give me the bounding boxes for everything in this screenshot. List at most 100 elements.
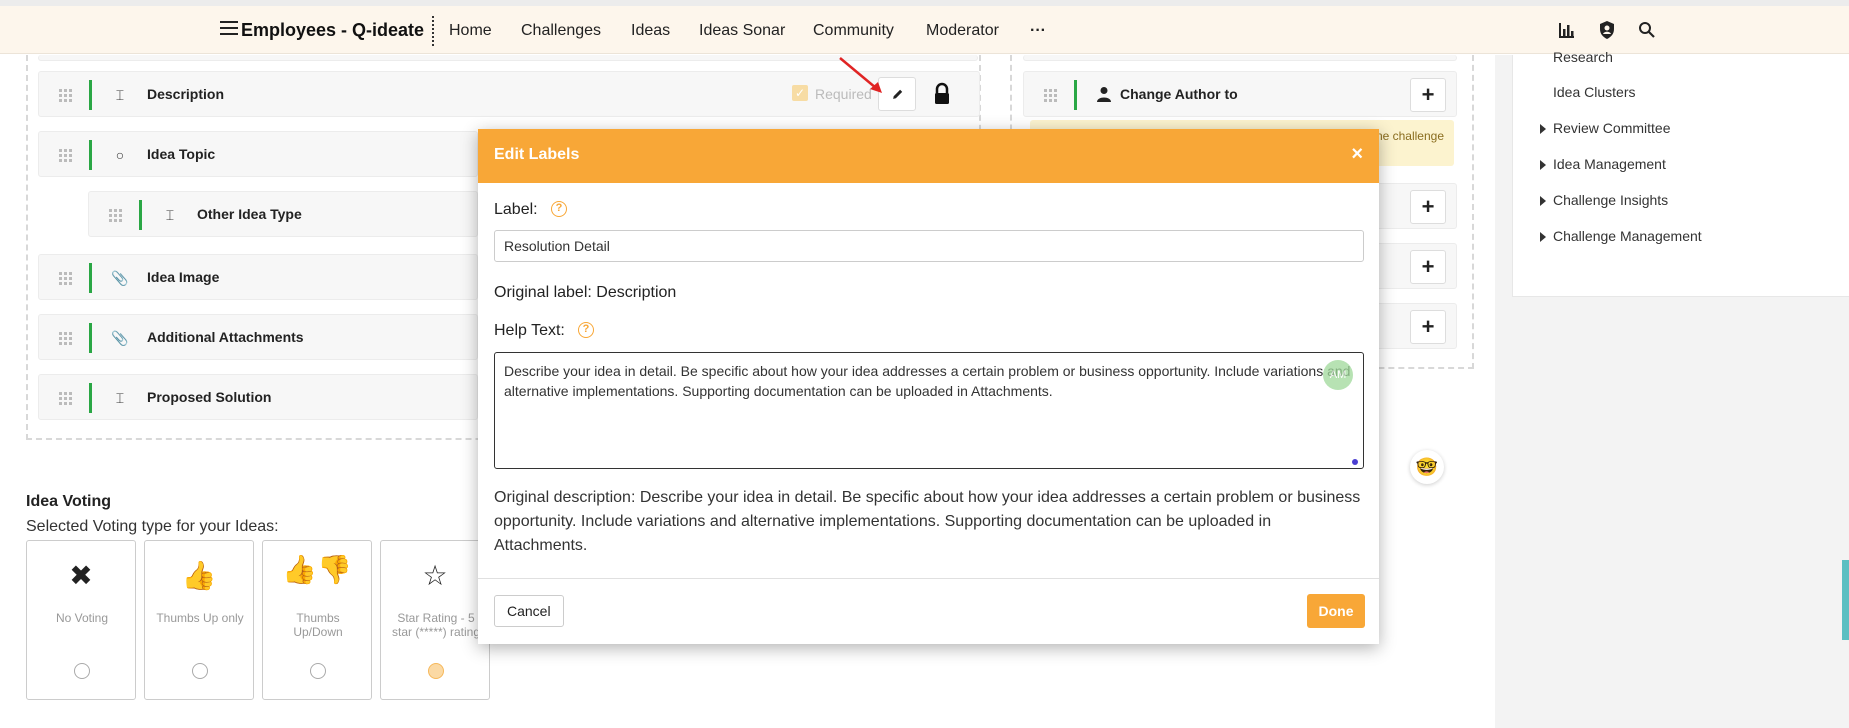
nav-community[interactable]: Community xyxy=(813,22,894,40)
drag-handle-icon[interactable] xyxy=(59,89,73,102)
menu-idea-clusters[interactable]: Idea Clusters xyxy=(1553,84,1635,100)
modal-footer: Cancel Done xyxy=(478,578,1379,644)
field-label: Description xyxy=(147,86,225,102)
nav-challenges[interactable]: Challenges xyxy=(521,22,601,40)
add-field-button[interactable]: + xyxy=(1410,310,1446,344)
edit-labels-modal: Edit Labels × Label: ? Original label: D… xyxy=(478,129,1379,644)
drag-handle-icon[interactable] xyxy=(109,209,123,222)
text-field-icon: ⌶ xyxy=(165,207,175,223)
vote-option-label: Thumbs Up/Down xyxy=(293,611,343,639)
menu-challenge-management[interactable]: Challenge Management xyxy=(1553,228,1702,244)
avatar: AM xyxy=(1323,360,1353,390)
nav-divider xyxy=(432,16,434,46)
paperclip-icon: 📎 xyxy=(111,270,129,286)
vote-option-label: Star Rating - 5 star (*****) rating xyxy=(391,611,481,639)
field-accent-bar xyxy=(139,200,142,230)
help-text-textarea[interactable]: Describe your idea in detail. Be specifi… xyxy=(494,352,1364,469)
field-row-idea-topic[interactable]: ○ Idea Topic xyxy=(38,131,478,177)
drag-handle-icon[interactable] xyxy=(59,149,73,162)
drag-handle-icon[interactable] xyxy=(1044,89,1058,102)
label-caption: Label: xyxy=(494,201,538,218)
warning-text: ne challenge xyxy=(1375,129,1444,143)
field-label: Proposed Solution xyxy=(147,389,272,405)
field-label: Other Idea Type xyxy=(197,206,302,222)
menu-review-committee[interactable]: Review Committee xyxy=(1553,120,1670,136)
field-row-proposed-solution[interactable]: ⌶ Proposed Solution xyxy=(38,374,478,420)
field-accent-bar xyxy=(89,263,92,293)
lock-icon[interactable] xyxy=(930,82,954,106)
caret-right-icon[interactable] xyxy=(1540,196,1546,206)
add-field-button[interactable]: + xyxy=(1410,78,1446,112)
caret-right-icon[interactable] xyxy=(1540,124,1546,134)
cancel-button[interactable]: Cancel xyxy=(494,595,564,627)
field-row-idea-image[interactable]: 📎 Idea Image xyxy=(38,254,478,300)
vote-radio[interactable] xyxy=(192,663,208,679)
vote-option-star-rating[interactable]: ☆ Star Rating - 5 star (*****) rating xyxy=(380,540,490,700)
menu-research[interactable]: Research xyxy=(1553,49,1613,65)
star-icon: ☆ xyxy=(422,560,448,591)
field-label: Idea Image xyxy=(147,269,220,285)
hamburger-menu-icon[interactable] xyxy=(220,21,238,37)
original-description-text: Original description: Describe your idea… xyxy=(494,489,1361,554)
field-accent-bar xyxy=(89,80,92,110)
nav-ideas-sonar[interactable]: Ideas Sonar xyxy=(699,22,785,40)
close-icon[interactable]: × xyxy=(1351,143,1363,166)
text-field-icon: ⌶ xyxy=(115,87,125,103)
drag-handle-icon[interactable] xyxy=(59,272,73,285)
field-accent-bar xyxy=(89,323,92,353)
search-icon[interactable] xyxy=(1637,20,1657,40)
thumbs-up-icon: 👍 xyxy=(181,560,217,591)
analytics-chart-icon[interactable] xyxy=(1557,20,1577,40)
field-accent-bar xyxy=(1074,80,1077,110)
vote-radio[interactable] xyxy=(74,663,90,679)
voting-title: Idea Voting xyxy=(26,493,112,510)
help-icon[interactable]: ? xyxy=(578,322,594,338)
assistant-emoji-icon[interactable]: 🤓 xyxy=(1410,450,1444,484)
label-input[interactable] xyxy=(494,230,1364,262)
done-button[interactable]: Done xyxy=(1307,594,1365,628)
voting-subtitle: Selected Voting type for your Ideas: xyxy=(26,518,279,535)
paperclip-icon: 📎 xyxy=(111,330,129,346)
person-icon xyxy=(1097,87,1111,102)
close-icon: ✖ xyxy=(69,560,93,591)
admin-side-menu: Research Idea Clusters Review Committee … xyxy=(1512,49,1849,297)
caret-right-icon[interactable] xyxy=(1540,160,1546,170)
help-text-caption: Help Text: xyxy=(494,322,565,339)
add-field-button[interactable]: + xyxy=(1410,190,1446,224)
nav-home[interactable]: Home xyxy=(449,22,492,40)
field-row-additional-attachments[interactable]: 📎 Additional Attachments xyxy=(38,314,478,360)
menu-challenge-insights[interactable]: Challenge Insights xyxy=(1553,192,1668,208)
vote-radio-selected[interactable] xyxy=(428,663,444,679)
vote-option-thumbs-up[interactable]: 👍 Thumbs Up only xyxy=(144,540,254,700)
modal-header: Edit Labels × xyxy=(478,129,1379,183)
vote-option-no-voting[interactable]: ✖ No Voting xyxy=(26,540,136,700)
vote-option-thumbs-up-down[interactable]: 👍👎 Thumbs Up/Down xyxy=(262,540,372,700)
caret-right-icon[interactable] xyxy=(1540,232,1546,242)
scrollbar-thumb[interactable] xyxy=(1842,560,1849,640)
top-navbar: Employees - Q-ideate Home Challenges Ide… xyxy=(0,6,1849,54)
drag-handle-icon[interactable] xyxy=(59,392,73,405)
vote-option-label: Thumbs Up only xyxy=(156,611,244,625)
field-row-top-fragment xyxy=(38,55,978,61)
required-checkbox[interactable]: ✓ xyxy=(792,85,808,101)
nav-ideas[interactable]: Ideas xyxy=(631,22,670,40)
admin-shield-icon[interactable] xyxy=(1597,20,1617,40)
modal-title: Edit Labels xyxy=(494,146,580,163)
brand-title[interactable]: Employees - Q-ideate xyxy=(241,20,424,41)
add-field-button[interactable]: + xyxy=(1410,250,1446,284)
nav-more-icon[interactable]: ··· xyxy=(1030,22,1046,40)
vote-radio[interactable] xyxy=(310,663,326,679)
field-accent-bar xyxy=(89,140,92,170)
nav-moderator[interactable]: Moderator xyxy=(926,22,999,40)
help-icon[interactable]: ? xyxy=(551,201,567,217)
grammar-dot-icon[interactable] xyxy=(1352,459,1358,465)
pencil-icon xyxy=(893,89,903,99)
field-row-other-idea-type[interactable]: ⌶ Other Idea Type xyxy=(88,191,478,237)
field-label: Additional Attachments xyxy=(147,329,304,345)
radio-icon: ○ xyxy=(115,147,125,163)
field-row-change-author[interactable]: Change Author to + xyxy=(1023,71,1457,117)
text-field-icon: ⌶ xyxy=(115,390,125,406)
menu-idea-management[interactable]: Idea Management xyxy=(1553,156,1666,172)
drag-handle-icon[interactable] xyxy=(59,332,73,345)
mid-row-top-fragment xyxy=(1023,55,1457,61)
